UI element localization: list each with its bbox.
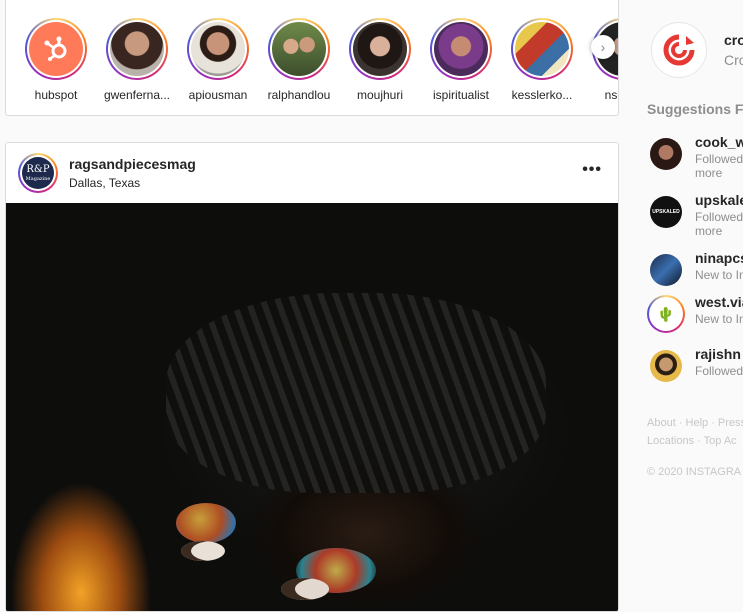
story-avatar bbox=[191, 22, 245, 76]
story-item[interactable]: ralphandlou bbox=[259, 18, 339, 102]
suggestion-avatar[interactable]: 🌵 bbox=[647, 295, 685, 333]
post-username[interactable]: ragsandpiecesmag bbox=[69, 156, 196, 172]
suggestions-title: Suggestions Fo bbox=[647, 101, 743, 117]
post-image[interactable] bbox=[6, 203, 618, 611]
suggestion-username[interactable]: ninapcs bbox=[695, 250, 743, 266]
story-username: kesslerko... bbox=[511, 88, 573, 102]
suggestion-avatar[interactable] bbox=[650, 350, 682, 382]
more-options-icon[interactable]: ••• bbox=[582, 161, 602, 179]
profile-avatar[interactable] bbox=[651, 22, 707, 78]
story-avatar bbox=[353, 22, 407, 76]
suggestion-username[interactable]: cook_w bbox=[695, 134, 743, 150]
story-avatar bbox=[29, 22, 83, 76]
suggestion-avatar[interactable] bbox=[650, 254, 682, 286]
story-username: nsd_pr bbox=[604, 88, 618, 102]
brand-logo-icon bbox=[663, 34, 695, 66]
story-avatar bbox=[110, 22, 164, 76]
story-item[interactable]: apiousman bbox=[178, 18, 258, 102]
story-username: ralphandlou bbox=[267, 88, 331, 102]
suggestion-username[interactable]: upskale bbox=[695, 192, 743, 208]
story-username: ispiritualist bbox=[432, 88, 489, 102]
story-username: gwenferna... bbox=[103, 88, 171, 102]
story-avatar bbox=[434, 22, 488, 76]
story-avatar bbox=[272, 22, 326, 76]
footer-links-line[interactable]: Locations · Top Ac bbox=[647, 435, 737, 447]
suggestion-reason: New to In bbox=[695, 312, 743, 326]
story-item[interactable]: moujhuri bbox=[340, 18, 420, 102]
copyright-text: © 2020 INSTAGRA bbox=[647, 466, 742, 478]
magazine-logo-icon: R&P Magazine bbox=[22, 157, 54, 189]
hubspot-icon bbox=[44, 36, 67, 61]
suggestion-username[interactable]: west.via bbox=[695, 294, 743, 310]
story-item[interactable]: hubspot bbox=[16, 18, 96, 102]
post-header: R&P Magazine ragsandpiecesmag Dallas, Te… bbox=[6, 143, 618, 204]
post-location[interactable]: Dallas, Texas bbox=[69, 176, 140, 190]
suggestion-avatar[interactable]: UPSKALED bbox=[650, 196, 682, 228]
profile-fullname: Cro bbox=[724, 52, 743, 68]
story-item[interactable]: kesslerko... bbox=[502, 18, 582, 102]
suggestion-reason: Followed more bbox=[695, 210, 743, 238]
story-username: moujhuri bbox=[356, 88, 404, 102]
suggestion-reason: Followed more bbox=[695, 152, 743, 180]
story-item[interactable]: gwenferna... bbox=[97, 18, 177, 102]
footer-links: About · Help · Press Locations · Top Ac bbox=[647, 414, 743, 450]
post-avatar[interactable]: R&P Magazine bbox=[18, 153, 58, 193]
stories-tray: hubspot gwenferna... apiousman ralphandl… bbox=[5, 0, 619, 116]
suggestion-reason: New to In bbox=[695, 268, 743, 282]
suggestion-avatar[interactable] bbox=[650, 138, 682, 170]
story-item[interactable]: nsd_pr bbox=[583, 18, 618, 102]
story-username: hubspot bbox=[34, 88, 78, 102]
cactus-icon: 🌵 bbox=[657, 305, 675, 322]
feed-post: R&P Magazine ragsandpiecesmag Dallas, Te… bbox=[5, 142, 619, 612]
stories-next-button[interactable]: › bbox=[591, 35, 615, 59]
profile-username[interactable]: cro bbox=[724, 32, 743, 48]
story-item[interactable]: ispiritualist bbox=[421, 18, 501, 102]
story-username: apiousman bbox=[188, 88, 248, 102]
story-avatar bbox=[515, 22, 569, 76]
suggestion-reason: Followed bbox=[695, 364, 743, 378]
suggestion-username[interactable]: rajishn bbox=[695, 346, 741, 362]
chevron-right-icon: › bbox=[600, 39, 606, 55]
footer-links-line[interactable]: About · Help · Press bbox=[647, 417, 743, 429]
